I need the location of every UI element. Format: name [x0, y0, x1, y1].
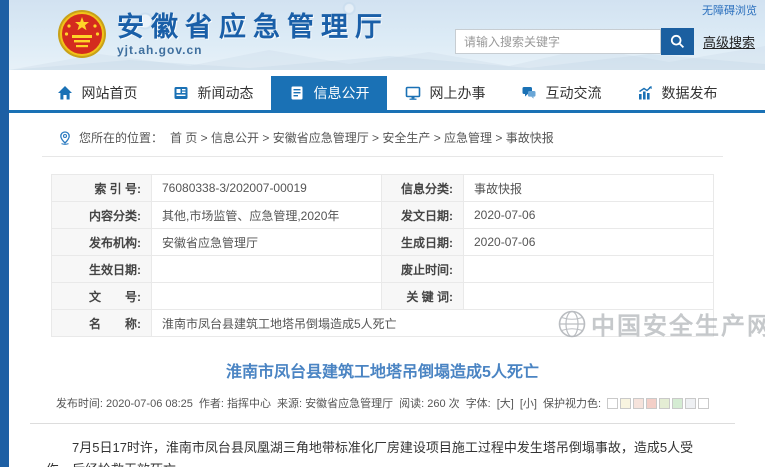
advanced-search-link[interactable]: 高级搜索: [703, 32, 755, 51]
info-category-label: 信息分类:: [382, 175, 464, 202]
generate-date-value: 2020-07-06: [464, 229, 714, 256]
location-pin-icon: [58, 131, 72, 145]
name-label: 名 称:: [52, 310, 152, 337]
keywords-value: [464, 283, 714, 310]
table-row: 名 称: 淮南市凤台县建筑工地塔吊倒塌造成5人死亡: [52, 310, 714, 337]
publisher-value: 安徽省应急管理厅: [152, 229, 382, 256]
font-small-button[interactable]: [小]: [520, 395, 537, 411]
national-emblem-logo: [57, 9, 107, 59]
search-button[interactable]: [661, 28, 694, 55]
main-nav: 网站首页 新闻动态 信息公开 网上办事 互动交流: [9, 76, 765, 113]
chat-icon: [521, 85, 537, 101]
eye-protect-swatch[interactable]: [672, 398, 683, 409]
eye-protect-label: 保护视力色:: [543, 395, 601, 411]
index-number-value: 76080338-3/202007-00019: [152, 175, 382, 202]
font-large-button[interactable]: [大]: [497, 395, 514, 411]
nav-label: 数据发布: [662, 83, 718, 103]
table-row: 生效日期: 废止时间:: [52, 256, 714, 283]
effective-date-value: [152, 256, 382, 283]
site-url: yjt.ah.gov.cn: [117, 43, 389, 57]
content-category-value: 其他,市场监管、应急管理,2020年: [152, 202, 382, 229]
nav-label: 信息公开: [314, 83, 370, 103]
nav-label: 网站首页: [82, 83, 138, 103]
search-icon: [670, 34, 685, 49]
monitor-icon: [405, 85, 421, 101]
home-icon: [57, 85, 73, 101]
document-icon: [289, 85, 305, 101]
nav-label: 互动交流: [546, 83, 602, 103]
view-count: 阅读: 260 次: [399, 395, 460, 411]
page: 无障碍浏览 安徽省应急管理厅 yjt.ah.gov.cn: [0, 0, 765, 467]
article-body: 7月5日17时许，淮南市凤台县凤凰湖三角地带标准化厂房建设项目施工过程中发生塔吊…: [42, 437, 723, 467]
search-bar: 高级搜索: [455, 28, 755, 55]
eye-protect-swatch[interactable]: [685, 398, 696, 409]
abolish-date-value: [464, 256, 714, 283]
index-number-label: 索 引 号:: [52, 175, 152, 202]
source: 来源: 安徽省应急管理厅: [277, 395, 393, 411]
nav-item-data-release[interactable]: 数据发布: [619, 76, 735, 110]
font-size-label: 字体:: [466, 395, 491, 411]
article-meta: 发布时间: 2020-07-06 08:25 作者: 指挥中心 来源: 安徽省应…: [42, 395, 723, 411]
site-title: 安徽省应急管理厅: [117, 12, 389, 42]
nav-item-interaction[interactable]: 互动交流: [503, 76, 619, 110]
article-title: 淮南市凤台县建筑工地塔吊倒塌造成5人死亡: [42, 358, 723, 382]
doc-number-value: [152, 283, 382, 310]
eye-protect-swatch[interactable]: [620, 398, 631, 409]
breadcrumb: 您所在的位置： 首 页 > 信息公开 > 安徽省应急管理厅 > 安全生产 > 应急…: [42, 116, 723, 157]
author: 作者: 指挥中心: [199, 395, 271, 411]
effective-date-label: 生效日期:: [52, 256, 152, 283]
nav-item-online-services[interactable]: 网上办事: [387, 76, 503, 110]
table-row: 发布机构: 安徽省应急管理厅 生成日期: 2020-07-06: [52, 229, 714, 256]
left-edge-strip: [0, 0, 9, 467]
eye-protect-swatch[interactable]: [607, 398, 618, 409]
news-icon: [173, 85, 189, 101]
table-row: 文 号: 关 键 词:: [52, 283, 714, 310]
eye-protect-swatches: [607, 398, 709, 409]
name-value: 淮南市凤台县建筑工地塔吊倒塌造成5人死亡: [152, 310, 714, 337]
publish-time: 发布时间: 2020-07-06 08:25: [56, 395, 193, 411]
issue-date-label: 发文日期:: [382, 202, 464, 229]
nav-label: 网上办事: [430, 83, 486, 103]
content-area: 您所在的位置： 首 页 > 信息公开 > 安徽省应急管理厅 > 安全生产 > 应急…: [42, 116, 723, 467]
chart-icon: [637, 85, 653, 101]
eye-protect-swatch[interactable]: [646, 398, 657, 409]
breadcrumb-path[interactable]: 首 页 > 信息公开 > 安徽省应急管理厅 > 安全生产 > 应急管理 > 事故…: [170, 129, 554, 146]
eye-protect-swatch[interactable]: [659, 398, 670, 409]
info-category-value: 事故快报: [464, 175, 714, 202]
generate-date-label: 生成日期:: [382, 229, 464, 256]
nav-item-news[interactable]: 新闻动态: [155, 76, 271, 110]
nav-label: 新闻动态: [198, 83, 254, 103]
site-header: 无障碍浏览 安徽省应急管理厅 yjt.ah.gov.cn: [9, 0, 765, 70]
content-category-label: 内容分类:: [52, 202, 152, 229]
publisher-label: 发布机构:: [52, 229, 152, 256]
search-input[interactable]: [455, 29, 661, 54]
content-divider: [30, 423, 735, 424]
keywords-label: 关 键 词:: [382, 283, 464, 310]
nav-item-info-disclosure[interactable]: 信息公开: [271, 76, 387, 110]
table-row: 内容分类: 其他,市场监管、应急管理,2020年 发文日期: 2020-07-0…: [52, 202, 714, 229]
nav-item-home[interactable]: 网站首页: [39, 76, 155, 110]
doc-number-label: 文 号:: [52, 283, 152, 310]
table-row: 索 引 号: 76080338-3/202007-00019 信息分类: 事故快…: [52, 175, 714, 202]
site-identity: 安徽省应急管理厅 yjt.ah.gov.cn: [117, 12, 389, 57]
breadcrumb-label: 您所在的位置：: [79, 129, 163, 146]
eye-protect-swatch[interactable]: [633, 398, 644, 409]
abolish-date-label: 废止时间:: [382, 256, 464, 283]
accessibility-link[interactable]: 无障碍浏览: [702, 2, 757, 18]
issue-date-value: 2020-07-06: [464, 202, 714, 229]
eye-protect-swatch[interactable]: [698, 398, 709, 409]
info-table: 索 引 号: 76080338-3/202007-00019 信息分类: 事故快…: [51, 174, 714, 337]
